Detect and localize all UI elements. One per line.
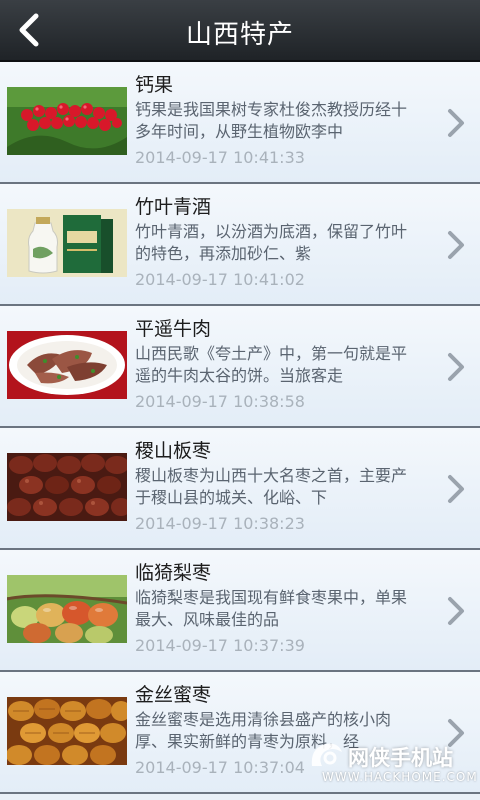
list-item[interactable]: 平遥牛肉 山西民歌《夸土产》中，第一句就是平遥的牛肉太谷的饼。当旅客走 2014… bbox=[0, 306, 480, 428]
chevron-right-icon bbox=[448, 109, 464, 137]
item-description: 金丝蜜枣是选用清徐县盛产的核小肉厚、果实新鲜的青枣为原料，经 bbox=[135, 710, 392, 751]
item-title: 平遥牛肉 bbox=[135, 318, 212, 340]
item-description: 钙果是我国果树专家杜俊杰教授历经十多年时间，从野生植物欧李中 bbox=[135, 100, 408, 141]
item-description: 竹叶青酒，以汾酒为底酒，保留了竹叶的特色，再添加砂仁、紫 bbox=[135, 222, 408, 263]
item-description: 山西民歌《夸土产》中，第一句就是平遥的牛肉太谷的饼。当旅客走 bbox=[135, 344, 408, 385]
liquor-bottle-image bbox=[7, 209, 127, 277]
list-item[interactable]: 竹叶青酒 竹叶青酒，以汾酒为底酒，保留了竹叶的特色，再添加砂仁、紫 2014-0… bbox=[0, 184, 480, 306]
item-description: 稷山板枣为山西十大名枣之首，主要产于稷山县的城关、化峪、下 bbox=[135, 466, 408, 507]
title-bar: 山西特产 bbox=[0, 0, 480, 62]
page-title: 山西特产 bbox=[185, 20, 294, 50]
list-item[interactable]: 临猗梨枣 临猗梨枣是我国现有鲜食枣果中，单果最大、风味最佳的品 2014-09-… bbox=[0, 550, 480, 672]
honey-jujube-image bbox=[7, 697, 127, 765]
item-title: 钙果 bbox=[135, 74, 174, 96]
item-timestamp: 2014-09-17 10:41:33 bbox=[135, 148, 305, 167]
item-timestamp: 2014-09-17 10:37:39 bbox=[135, 636, 305, 655]
beef-plate-image bbox=[7, 331, 127, 399]
item-timestamp: 2014-09-17 10:41:02 bbox=[135, 270, 305, 289]
chevron-right-icon bbox=[448, 475, 464, 503]
product-list: 钙果 钙果是我国果树专家杜俊杰教授历经十多年时间，从野生植物欧李中 2014-0… bbox=[0, 62, 480, 794]
jujube-image bbox=[7, 453, 127, 521]
item-timestamp: 2014-09-17 10:38:58 bbox=[135, 392, 305, 411]
chevron-right-icon bbox=[448, 231, 464, 259]
list-item[interactable]: 稷山板枣 稷山板枣为山西十大名枣之首，主要产于稷山县的城关、化峪、下 2014-… bbox=[0, 428, 480, 550]
list-item[interactable]: 钙果 钙果是我国果树专家杜俊杰教授历经十多年时间，从野生植物欧李中 2014-0… bbox=[0, 62, 480, 184]
chevron-right-icon bbox=[448, 353, 464, 381]
list-item[interactable]: 金丝蜜枣 金丝蜜枣是选用清徐县盛产的核小肉厚、果实新鲜的青枣为原料，经 2014… bbox=[0, 672, 480, 794]
pear-jujube-image bbox=[7, 575, 127, 643]
item-timestamp: 2014-09-17 10:37:04 bbox=[135, 758, 305, 777]
item-title: 稷山板枣 bbox=[135, 440, 212, 462]
cherries-image bbox=[7, 87, 127, 155]
item-title: 竹叶青酒 bbox=[135, 196, 212, 218]
item-timestamp: 2014-09-17 10:38:23 bbox=[135, 514, 305, 533]
item-description: 临猗梨枣是我国现有鲜食枣果中，单果最大、风味最佳的品 bbox=[135, 588, 408, 629]
item-title: 临猗梨枣 bbox=[135, 562, 212, 584]
chevron-right-icon bbox=[448, 597, 464, 625]
item-title: 金丝蜜枣 bbox=[135, 684, 212, 706]
chevron-right-icon bbox=[448, 719, 464, 747]
